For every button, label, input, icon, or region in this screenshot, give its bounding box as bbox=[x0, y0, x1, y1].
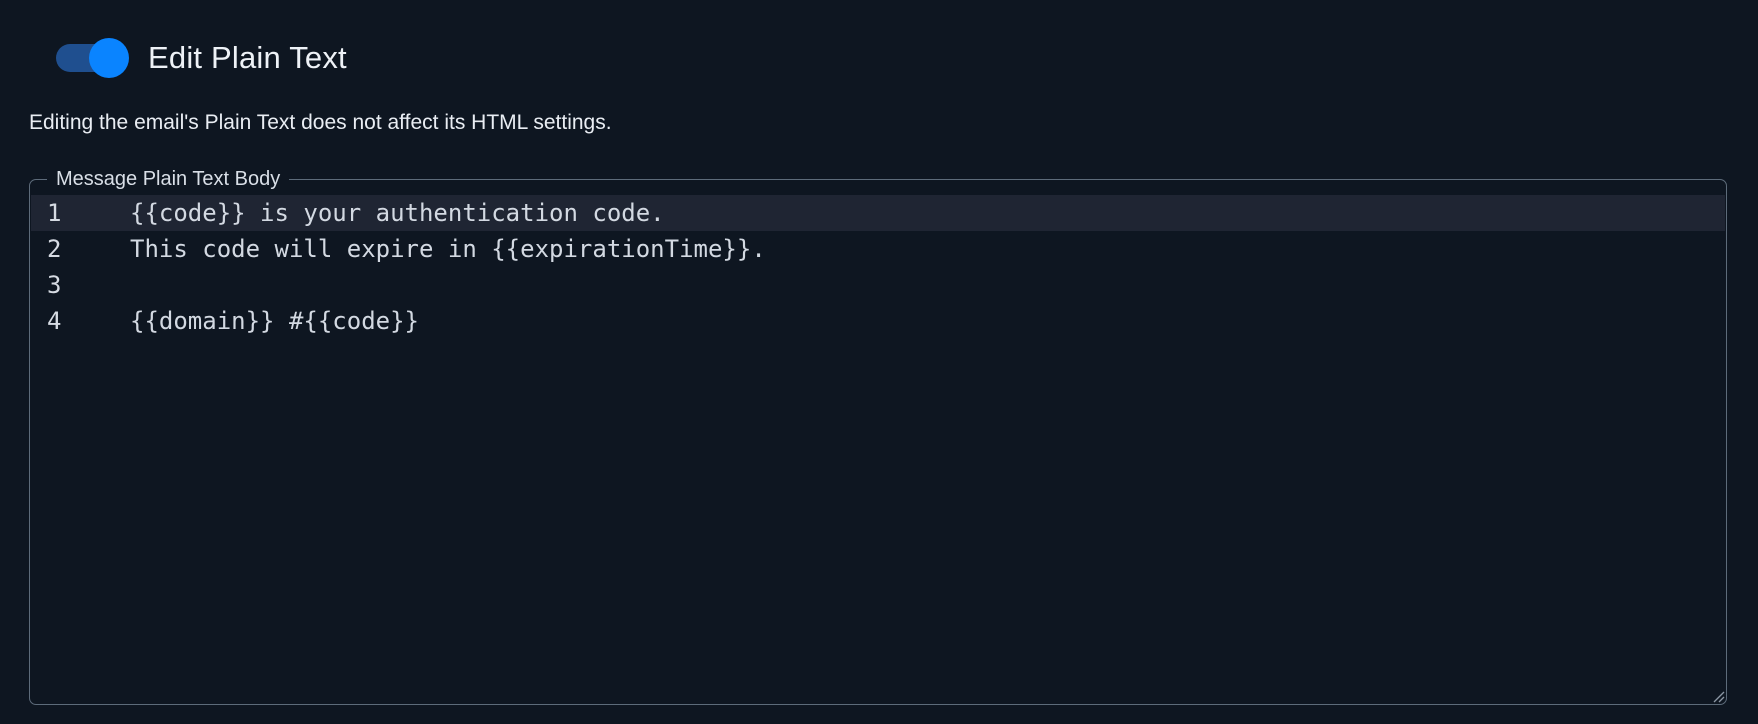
code-line[interactable]: 4 {{domain}} #{{code}} bbox=[31, 303, 1725, 339]
helper-text: Editing the email's Plain Text does not … bbox=[29, 111, 612, 134]
plain-text-settings-page: Edit Plain Text Editing the email's Plai… bbox=[0, 0, 1758, 724]
edit-plain-text-toggle[interactable] bbox=[56, 36, 130, 80]
line-text[interactable]: {{domain}} #{{code}} bbox=[130, 303, 419, 339]
line-text[interactable]: This code will expire in {{expirationTim… bbox=[130, 231, 766, 267]
code-line[interactable]: 3 bbox=[31, 267, 1725, 303]
toggle-label[interactable]: Edit Plain Text bbox=[148, 40, 347, 76]
code-editor[interactable]: 1 {{code}} is your authentication code. … bbox=[31, 195, 1725, 339]
field-legend: Message Plain Text Body bbox=[47, 166, 290, 192]
line-number: 1 bbox=[47, 199, 62, 227]
resize-handle-icon[interactable] bbox=[1711, 689, 1725, 703]
line-number: 2 bbox=[47, 235, 62, 263]
toggle-knob bbox=[89, 38, 129, 78]
line-number: 4 bbox=[47, 307, 62, 335]
line-text[interactable]: {{code}} is your authentication code. bbox=[130, 195, 665, 231]
edit-plain-text-toggle-row: Edit Plain Text bbox=[56, 36, 347, 80]
code-line[interactable]: 2 This code will expire in {{expirationT… bbox=[31, 231, 1725, 267]
message-plain-text-body-field: Message Plain Text Body 1 {{code}} is yo… bbox=[29, 166, 1727, 705]
code-line[interactable]: 1 {{code}} is your authentication code. bbox=[31, 195, 1725, 231]
line-number: 3 bbox=[47, 271, 62, 299]
